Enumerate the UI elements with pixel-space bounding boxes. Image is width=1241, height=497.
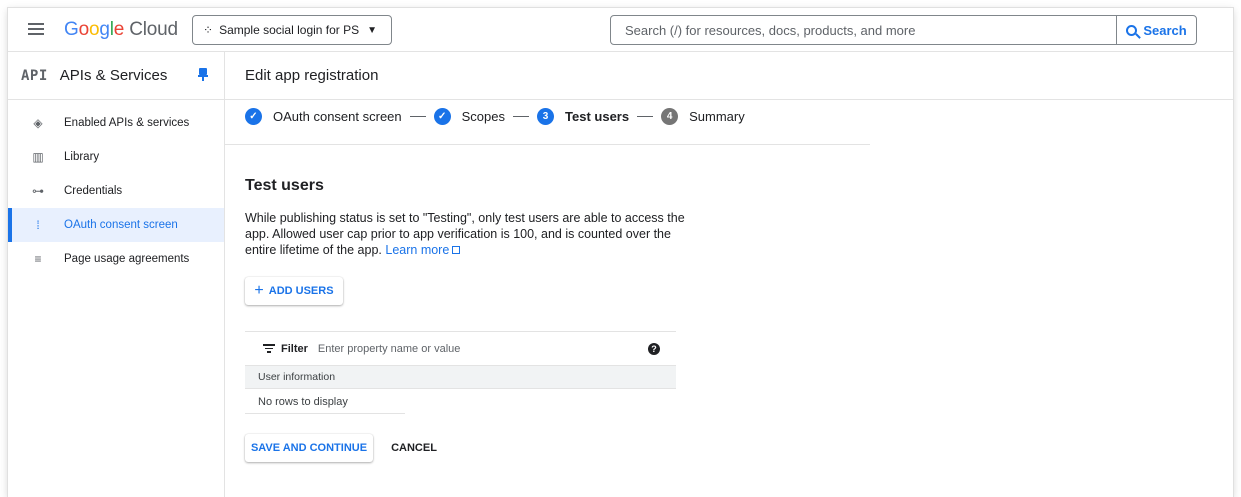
- step-connector: [409, 116, 426, 117]
- sidebar-item-enabled-apis[interactable]: ◈ Enabled APIs & services: [8, 106, 224, 140]
- step-label: OAuth consent screen: [273, 109, 402, 124]
- step-number: 4: [661, 108, 679, 125]
- sidebar: API APIs & Services ◈ Enabled APIs & ser…: [8, 52, 225, 497]
- add-users-button[interactable]: + ADD USERS: [245, 277, 343, 305]
- cancel-button[interactable]: CANCEL: [384, 434, 444, 462]
- add-users-label: ADD USERS: [268, 285, 334, 297]
- sidebar-item-page-usage[interactable]: ≡ Page usage agreements: [8, 242, 224, 276]
- pin-icon[interactable]: [198, 68, 208, 82]
- sidebar-header: API APIs & Services: [8, 52, 224, 100]
- settings-list-icon: ≡: [34, 252, 42, 266]
- api-diamond-icon: ◈: [33, 116, 43, 130]
- description-text: While publishing status is set to "Testi…: [245, 211, 685, 257]
- sidebar-item-label: Enabled APIs & services: [64, 117, 190, 129]
- filter-icon: [263, 342, 275, 355]
- external-link-icon: [452, 246, 461, 254]
- column-header-user-information[interactable]: User information: [245, 365, 676, 389]
- menu-icon[interactable]: [26, 20, 46, 40]
- learn-more-link[interactable]: Learn more: [385, 243, 461, 257]
- check-icon: ✓: [433, 108, 451, 125]
- project-picker[interactable]: ⁘ Sample social login for PS ▼: [192, 15, 392, 45]
- google-cloud-logo[interactable]: Google Cloud: [64, 19, 178, 41]
- step-label: Scopes: [461, 109, 506, 124]
- description: While publishing status is set to "Testi…: [245, 210, 685, 258]
- api-logo: API: [21, 67, 48, 84]
- stepper: ✓ OAuth consent screen ✓ Scopes 3 Test u…: [245, 108, 745, 125]
- step-connector: [637, 116, 654, 117]
- save-and-continue-button[interactable]: SAVE AND CONTINUE: [245, 434, 373, 462]
- sidebar-item-label: Library: [64, 151, 100, 163]
- search-input[interactable]: [611, 16, 1116, 44]
- project-icon: ⁘: [203, 23, 214, 37]
- plus-icon: +: [254, 282, 264, 299]
- key-icon: ⊶: [32, 184, 44, 198]
- step-summary[interactable]: 4 Summary: [661, 108, 745, 125]
- check-icon: ✓: [245, 108, 262, 125]
- search-box: Search: [610, 15, 1197, 45]
- sidebar-title: APIs & Services: [59, 67, 168, 84]
- page-title: Edit app registration: [225, 52, 1233, 100]
- step-label: Summary: [689, 109, 745, 124]
- step-oauth-consent[interactable]: ✓ OAuth consent screen: [245, 108, 402, 125]
- sidebar-item-label: Credentials: [64, 185, 123, 197]
- sidebar-item-credentials[interactable]: ⊶ Credentials: [8, 174, 224, 208]
- section-title: Test users: [245, 177, 324, 194]
- step-number: 3: [537, 108, 555, 125]
- step-connector: [513, 116, 530, 117]
- library-icon: ▥: [32, 150, 44, 164]
- step-test-users[interactable]: 3 Test users: [537, 108, 629, 125]
- top-bar: Google Cloud ⁘ Sample social login for P…: [8, 8, 1233, 52]
- dropdown-caret-icon: ▼: [367, 24, 378, 36]
- sidebar-nav: ◈ Enabled APIs & services ▥ Library ⊶ Cr…: [8, 100, 224, 276]
- sidebar-item-label: OAuth consent screen: [64, 219, 178, 231]
- app-window: Google Cloud ⁘ Sample social login for P…: [8, 8, 1233, 497]
- empty-table-message: No rows to display: [245, 390, 405, 414]
- filter-input[interactable]: [317, 342, 618, 355]
- sidebar-item-label: Page usage agreements: [64, 253, 190, 265]
- search-icon: [1126, 24, 1138, 36]
- divider: [225, 144, 870, 145]
- filter-bar: Filter ?: [245, 331, 676, 365]
- sidebar-item-library[interactable]: ▥ Library: [8, 140, 224, 174]
- project-name: Sample social login for PS: [219, 23, 360, 37]
- consent-icon: ⁞: [36, 218, 40, 232]
- step-scopes[interactable]: ✓ Scopes: [433, 108, 506, 125]
- help-icon[interactable]: ?: [648, 343, 660, 355]
- sidebar-item-oauth-consent[interactable]: ⁞ OAuth consent screen: [8, 208, 224, 242]
- search-button[interactable]: Search: [1116, 16, 1196, 44]
- search-button-label: Search: [1143, 22, 1187, 38]
- filter-label: Filter: [281, 342, 308, 355]
- step-label: Test users: [565, 109, 630, 124]
